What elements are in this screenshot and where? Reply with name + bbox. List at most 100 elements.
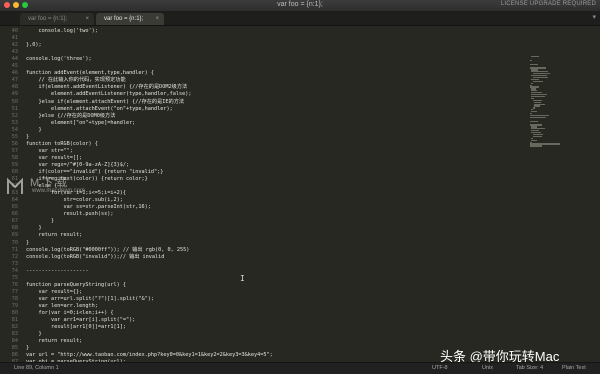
line-number: 67 [11,218,18,225]
minimap-line [530,116,547,119]
line-number: 45 [11,63,18,70]
code-line[interactable]: var ss=str.parseInt(str,16); [26,204,150,211]
line-number: 65 [11,204,18,211]
line-number: 76 [11,281,18,288]
minimap-line [530,145,543,147]
code-line[interactable]: }else if(element.attachEvent) {//存在的是IE的… [26,99,184,106]
code-line[interactable]: console.log(toRGB("#0000ff")); // 输出 rgb… [26,247,189,254]
tab-close-icon[interactable]: × [85,13,89,25]
title-bar: var foo = {n:1}; LICENSE UPGRADE REQUIRE… [0,0,600,12]
code-line[interactable]: } [26,134,29,141]
line-number: 73 [11,260,18,267]
code-line[interactable]: result[arr1[0]]=arr1[1]; [26,324,126,331]
code-line[interactable]: } [26,127,41,134]
line-number: 66 [11,211,18,218]
line-number: 77 [11,288,18,295]
watermark-subtext: www.macdown.com [32,188,86,194]
minimap-line [530,59,532,62]
line-number: 79 [11,302,18,309]
line-number: 72 [11,253,18,260]
tab-bar: var foo = {n:1}; × var foo = {n:1}; × ▾ [0,12,600,26]
code-line[interactable]: var regx=/^#[0-9a-zA-Z]{3}$/; [26,162,129,169]
line-number: 47 [11,77,18,84]
tab-size-indicator[interactable]: Tab Size: 4 [516,365,543,371]
minimap[interactable] [530,26,598,362]
line-number: 58 [11,154,18,161]
license-notice: LICENSE UPGRADE REQUIRED [500,1,596,7]
line-number: 64 [11,197,18,204]
line-number: 52 [11,112,18,119]
code-line[interactable]: } [26,218,54,225]
code-line[interactable]: element.attachEvent("on"+type,handler); [26,106,173,113]
code-line[interactable]: } [26,331,41,338]
code-line[interactable]: } [26,345,29,352]
line-number: 54 [11,126,18,133]
tab-label: var foo = {n:1}; [28,16,68,22]
minimap-line [530,63,538,65]
minimap-line [531,56,539,58]
code-line[interactable]: var arr1=arr[i].split("="); [26,317,135,324]
line-number: 56 [11,140,18,147]
text-cursor-icon: I [240,274,245,283]
line-number: 40 [11,28,18,34]
line-number: 43 [11,49,18,56]
line-number: 53 [11,119,18,126]
code-line[interactable]: } [26,225,41,232]
tab-dropdown-icon[interactable]: ▾ [592,13,596,21]
line-number: 50 [11,98,18,105]
code-line[interactable]: } [26,240,29,247]
code-line[interactable]: var result=[]; [26,155,82,162]
tab-close-icon[interactable]: × [155,13,159,25]
code-line[interactable]: element["on"+type]=handler; [26,120,135,127]
code-line[interactable]: var len=arr.length; [26,303,97,310]
line-number: 81 [11,317,18,324]
encoding-indicator[interactable]: UTF-8 [432,365,448,371]
watermark-logo-icon [7,177,23,194]
line-number: 85 [11,345,18,352]
code-line[interactable]: for(var i=0;i<len;i++) { [26,310,113,317]
line-number: 41 [11,35,18,42]
code-line[interactable]: console.log(toRGB("invalid"));// 输出 inva… [26,254,164,261]
minimap-line [534,105,541,107]
tab-file-1[interactable]: var foo = {n:1}; × [20,13,94,25]
code-line[interactable]: result.push(ss); [26,211,113,218]
line-number: 84 [11,338,18,345]
line-number: 80 [11,310,18,316]
code-line[interactable]: },0); [26,42,42,49]
tab-label: var foo = {n:1}; [104,16,144,22]
tab-file-2[interactable]: var foo = {n:1}; × [96,13,164,25]
code-line[interactable]: return result; [26,338,82,345]
line-number: 82 [11,324,18,331]
minimap-line [531,111,537,113]
code-line[interactable]: }else {//存在的是DOM0级方法 [26,113,115,120]
minimap-line [532,135,542,138]
line-endings-indicator[interactable]: Unix [482,365,493,371]
line-number: 75 [11,274,18,281]
line-number: 57 [11,147,18,154]
code-line[interactable]: var url = "http://www.taobao.com/index.p… [26,352,273,359]
line-number: 59 [11,161,18,168]
code-editor[interactable]: console.log('two'); },0); console.log('thr… [26,26,506,362]
code-line[interactable]: element.addEventListener(type,handler,fa… [26,91,192,98]
code-line[interactable]: console.log('two'); [26,28,97,35]
line-number: 60 [11,169,18,175]
line-number: 71 [11,246,18,253]
line-number: 42 [11,42,18,49]
code-line[interactable]: var str=""; [26,148,72,155]
code-line[interactable]: function toRGB(color) { [26,141,98,148]
line-number: 48 [11,84,18,91]
code-line[interactable]: return result; [26,232,82,239]
code-line[interactable]: str=color.sub(i,2); [26,197,122,204]
code-line[interactable]: var result={}; [26,289,82,296]
code-line[interactable]: console.log('three'); [26,56,92,63]
line-number: 55 [11,133,18,140]
line-number: 86 [11,352,18,359]
code-line[interactable]: var arr=url.split("?")[1].split("&"); [26,296,154,303]
line-number: 70 [11,239,18,246]
code-line[interactable]: -------------------- [26,268,88,275]
syntax-indicator[interactable]: Plain Text [562,365,586,371]
code-line[interactable]: if(element.addEventListener) {//存在的是DOM2… [26,84,187,91]
line-number: 68 [11,225,18,232]
cursor-position[interactable]: Line 89, Column 1 [14,365,59,371]
code-line[interactable]: function parseQueryString(url) { [26,282,126,289]
